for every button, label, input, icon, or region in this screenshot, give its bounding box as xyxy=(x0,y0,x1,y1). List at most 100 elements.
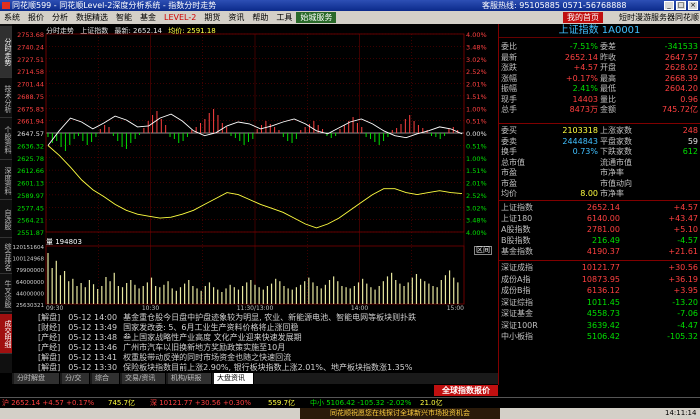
news-time: 05-12 13:49 xyxy=(68,323,118,332)
index-name: 中小板指 xyxy=(501,332,533,341)
news-tab[interactable]: 交易/资讯 xyxy=(122,373,166,384)
menu-item-level2[interactable]: LEVEL-2 xyxy=(160,11,200,24)
pct-axis-label: 1.51% xyxy=(466,93,487,101)
volume-axis-label: 25630321 xyxy=(16,303,44,309)
news-item[interactable]: [财经] 05-12 13:49 国家发改委: 5、6月工业生产资料价格将止涨回稳 xyxy=(38,323,299,333)
my-homepage-button[interactable]: 我的首页 xyxy=(563,12,603,23)
pct-axis-label: 3.02% xyxy=(466,56,487,64)
quote-value: +0.17% xyxy=(565,73,598,83)
quote-label: 下跌家数 xyxy=(600,147,632,156)
menu-item[interactable]: 报价 xyxy=(24,11,48,24)
price-axis-label: 2714.58 xyxy=(17,68,44,76)
menu-item[interactable]: 智能 xyxy=(112,11,136,24)
quote-label: 最新 xyxy=(501,52,517,62)
news-tab[interactable]: 综合 xyxy=(92,373,120,384)
quote-value: 2103318 xyxy=(562,126,598,135)
status-sz-amount: 559.7亿 xyxy=(268,399,296,407)
maximize-button[interactable]: □ xyxy=(676,1,686,10)
minimize-button[interactable]: _ xyxy=(664,1,674,10)
global-index-button[interactable]: 全球指数报价 xyxy=(434,385,498,396)
pct-axis-label: 2.01% xyxy=(466,180,487,188)
volume-axis-label: 100124968 xyxy=(13,257,45,263)
ad-banner[interactable]: 同花顺祝愿您在线探讨全球新兴市场投资机会 xyxy=(300,408,500,419)
quote-value xyxy=(640,158,698,168)
status-zx-index: 中小 5106.42 -105.32 -2.02% xyxy=(310,399,412,407)
quote-value: 8.00 xyxy=(580,189,598,198)
news-title: 广州市汽车以旧换新地方奖励政策实施至10月 xyxy=(123,343,286,352)
index-change: +5.10 xyxy=(673,225,698,234)
pct-axis-label: 3.48% xyxy=(466,43,487,51)
index-change: -13.20 xyxy=(672,297,698,307)
toolbar-active-button[interactable]: 始城服务 xyxy=(296,12,337,23)
index-name: 深证基金 xyxy=(501,309,533,318)
price-axis-label: 2647.57 xyxy=(17,130,44,138)
left-tab[interactable]: 自选股 xyxy=(0,202,12,238)
pct-axis-label: 1.00% xyxy=(466,105,487,113)
index-value: 4190.37 xyxy=(586,247,620,256)
left-tab[interactable]: 个股资料 xyxy=(0,120,12,160)
quote-label: 市盈 xyxy=(501,168,517,177)
quote-value xyxy=(540,179,598,189)
left-tab[interactable]: 成交明细 xyxy=(0,314,12,354)
menu-item[interactable]: 工具 xyxy=(272,11,296,24)
news-item[interactable]: [产经] 05-12 13:48 叁上国家战略性产业高度 文化产业迎来快速发展期 xyxy=(38,333,302,343)
volume-axis-label: 44000000 xyxy=(16,291,44,297)
chart-header: 分时走势 上证指数 最新: 2652.14 均价: 2591.18 xyxy=(46,26,220,36)
left-tab[interactable]: 牛叉诊股 xyxy=(0,276,12,312)
menu-item[interactable]: 分析 xyxy=(48,11,72,24)
menu-item[interactable]: 系统 xyxy=(0,11,24,24)
quote-label: 平盘家数 xyxy=(600,136,632,146)
index-name: 深证成指 xyxy=(501,263,533,272)
news-tabs: 分时解盘 分/交 综合 交易/资讯 机构/研报 大盘资讯 xyxy=(12,373,498,384)
news-item[interactable]: [解盘] 05-12 13:30 保险板块指数目前上涨2.90%, 银行板块指数上涨… xyxy=(38,363,412,373)
quote-value xyxy=(640,189,698,199)
index-value: 5106.42 xyxy=(586,332,620,341)
menu-item[interactable]: 期货 xyxy=(200,11,224,24)
quote-label: 市净率 xyxy=(600,168,624,177)
pct-axis-label: 3.02% xyxy=(466,204,487,212)
news-tab[interactable]: 分时解盘 xyxy=(14,373,60,384)
quote-value: 2628.02 xyxy=(664,63,698,72)
news-tab[interactable]: 分/交 xyxy=(62,373,90,384)
quote-label: 涨跌 xyxy=(501,63,517,72)
news-title: 保险板块指数目前上涨2.90%, 银行板块指数上涨2.01%、地产板块指数涨1.… xyxy=(123,363,413,372)
chart-index-name: 上证指数 xyxy=(80,27,109,35)
close-button[interactable]: × xyxy=(688,1,698,10)
menu-item[interactable]: 基金 xyxy=(136,11,160,24)
chart-latest-price: 最新: 2652.14 xyxy=(114,27,162,35)
clock-text: 14:11:14 xyxy=(665,409,697,417)
menu-item[interactable]: 资讯 xyxy=(224,11,248,24)
index-value: 10121.77 xyxy=(581,263,620,272)
price-axis-label: 2727.51 xyxy=(17,56,44,64)
menu-item[interactable]: 数据精选 xyxy=(72,11,112,24)
left-tab[interactable]: 分时走势 xyxy=(0,26,12,78)
left-tab[interactable]: 综合排名 xyxy=(0,240,12,274)
menu-item[interactable]: 帮助 xyxy=(248,11,272,24)
quote-value: 2647.57 xyxy=(664,52,698,62)
chart-mode-label: 分时走势 xyxy=(46,27,74,35)
range-button[interactable]: 区间 xyxy=(474,246,492,255)
index-value: 6140.00 xyxy=(586,214,620,223)
price-axis-label: 2601.13 xyxy=(17,180,44,188)
news-tab[interactable]: 大盘资讯 xyxy=(214,373,254,384)
left-tab[interactable]: 技术分析 xyxy=(0,80,12,118)
quote-value: 0.96 xyxy=(680,94,698,104)
status-sz-index: 深 10121.77 +30.56 +0.30% xyxy=(150,399,252,407)
news-item[interactable]: [解盘] 05-12 14:00 基金重仓股今日盘中护盘迹象较为明显, 农业、新能源… xyxy=(38,313,416,323)
quote-value: 2668.39 xyxy=(664,73,698,83)
news-item[interactable]: [产经] 05-12 13:46 广州市汽车以旧换新地方奖励政策实施至10月 xyxy=(38,343,285,353)
news-item[interactable]: [解盘] 05-12 13:41 权重股带动反弹的同时市场资金也随之快速回流 xyxy=(38,353,291,363)
quote-value: 59 xyxy=(687,136,698,146)
intraday-chart[interactable]: 2753.68 2740.24 2727.51 2714.58 2701.44 2688.… xyxy=(12,24,498,311)
server-status: 短时漫游服务器同花顺 xyxy=(619,13,699,22)
news-tab[interactable]: 机构/研报 xyxy=(168,373,212,384)
index-change: -4.47 xyxy=(677,320,698,330)
index-change: +43.47 xyxy=(668,214,698,223)
price-axis-label: 2753.68 xyxy=(17,31,44,39)
left-tab[interactable]: 深度资料 xyxy=(0,162,12,200)
quote-label: 现手 xyxy=(501,94,517,104)
window-titlebar: 同花顺599 - 同花顺Level-2深度分析系统 - 指数分时走势 客服热线:… xyxy=(0,0,700,11)
news-time: 05-12 13:41 xyxy=(68,353,118,362)
index-name: 深证综指 xyxy=(501,297,533,307)
status-sh-index: 沪 2652.14 +4.57 +0.17% xyxy=(2,399,95,407)
